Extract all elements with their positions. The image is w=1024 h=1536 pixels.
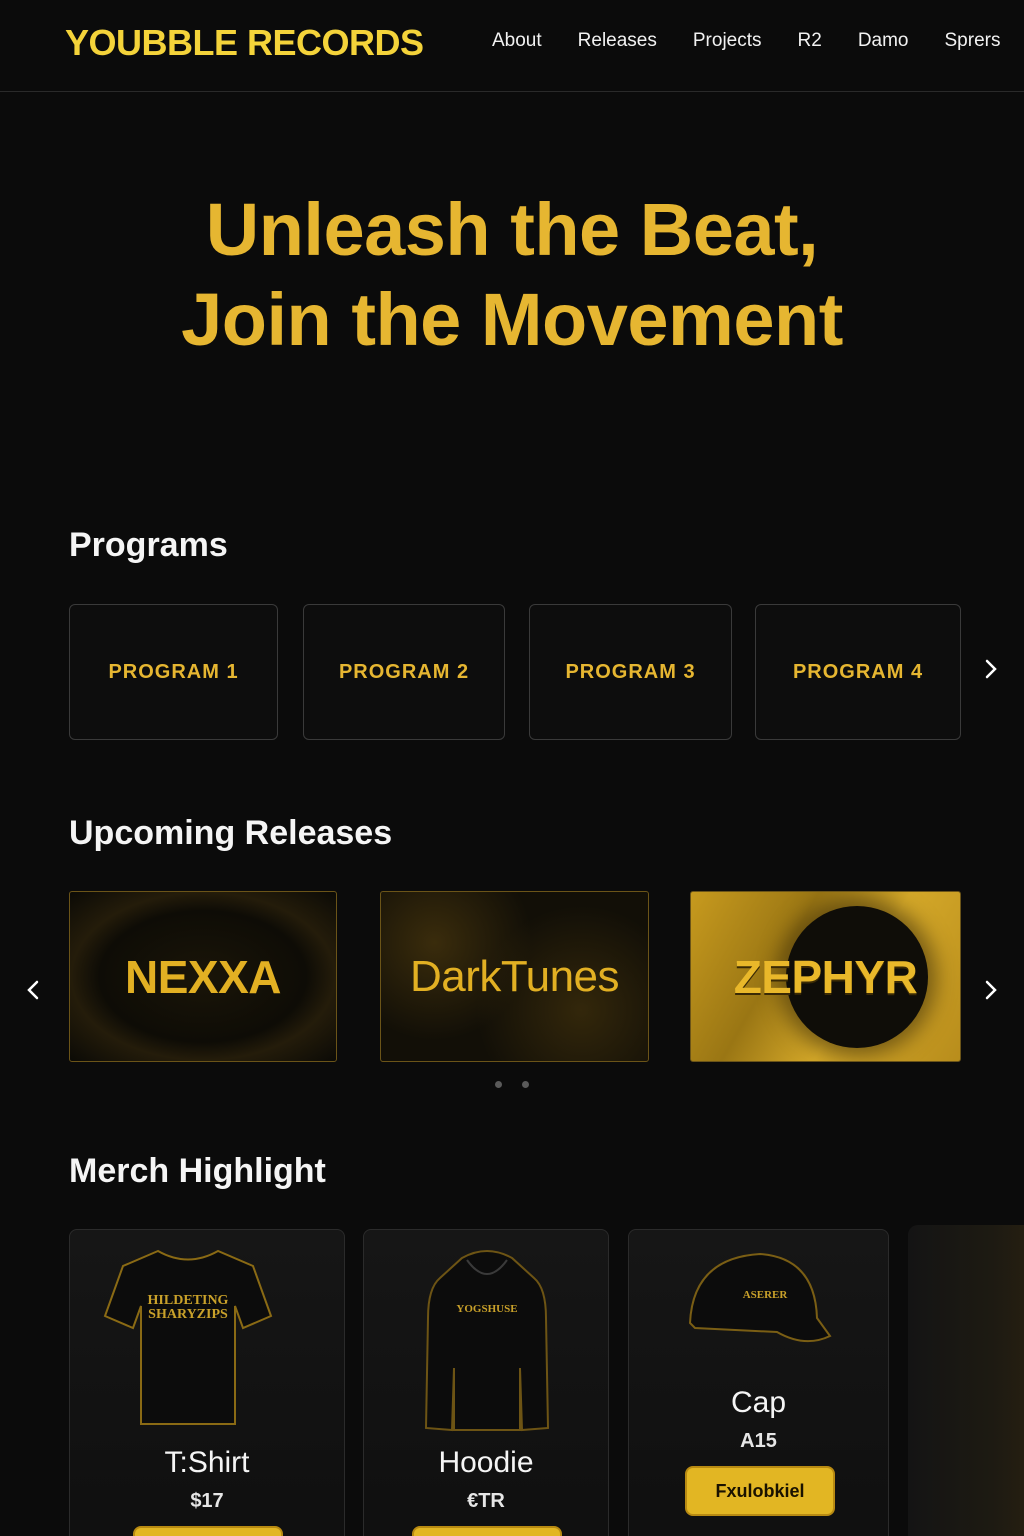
releases-prev-chevron-left-icon[interactable]: [26, 978, 40, 1006]
merch-price: $17: [190, 1490, 224, 1512]
hero-line-2: Join the Movement: [181, 278, 843, 361]
release-card-nexxa[interactable]: NEXXA: [69, 891, 337, 1062]
carousel-dot-1[interactable]: [495, 1081, 502, 1088]
merch-title: Merch Highlight: [69, 1152, 326, 1190]
tshirt-print-line-2: SHARYZIPS: [148, 1307, 228, 1322]
program-label: PROGRAM 2: [338, 660, 470, 683]
merch-card-partial[interactable]: [908, 1225, 1024, 1536]
tshirt-print-line-1: HILDETING: [148, 1293, 229, 1308]
hero-section: Unleash the Beat, Join the Movement: [0, 185, 1024, 365]
hero-headline: Unleash the Beat, Join the Movement: [0, 185, 1024, 365]
program-card-4[interactable]: PROGRAM 4: [755, 604, 961, 740]
merch-card-hoodie[interactable]: YOGSHUSE Hoodie €TR: [363, 1229, 609, 1536]
programs-title: Programs: [69, 526, 228, 564]
release-title: DarkTunes: [409, 951, 620, 1001]
merch-buy-button[interactable]: [133, 1526, 283, 1536]
program-card-2[interactable]: PROGRAM 2: [303, 604, 505, 740]
nav-releases[interactable]: Releases: [578, 30, 657, 52]
merch-name: Cap: [730, 1386, 787, 1419]
program-label: PROGRAM 1: [108, 660, 239, 683]
merch-price: €TR: [467, 1490, 505, 1512]
release-title: ZEPHYR: [733, 950, 918, 1003]
hero-line-1: Unleash the Beat,: [205, 188, 819, 271]
program-card-3[interactable]: PROGRAM 3: [529, 604, 732, 740]
merch-card-cap[interactable]: ASERER Cap A15 Fxulobkiel: [628, 1229, 889, 1536]
main-nav: About Releases Projects R2 Damo Sprers: [492, 30, 1024, 52]
release-card-darktunes[interactable]: DarkTunes: [380, 891, 649, 1062]
merch-buy-button[interactable]: Fxulobkiel: [685, 1466, 835, 1516]
merch-name: Hoodie: [438, 1446, 534, 1479]
program-label: PROGRAM 4: [792, 660, 924, 683]
release-card-zephyr[interactable]: ZEPHYR: [690, 891, 961, 1062]
brand-logo[interactable]: YOUBBLE RECORDS: [65, 22, 424, 64]
releases-title: Upcoming Releases: [69, 814, 393, 852]
nav-sprers[interactable]: Sprers: [945, 30, 1001, 52]
program-card-1[interactable]: PROGRAM 1: [69, 604, 278, 740]
merch-price: A15: [740, 1430, 777, 1452]
tshirt-image: HILDETING SHARYZIPS: [103, 1249, 273, 1425]
hoodie-print: YOGSHUSE: [456, 1303, 517, 1315]
merch-buy-button[interactable]: [412, 1526, 562, 1536]
releases-next-chevron-right-icon[interactable]: [984, 978, 998, 1006]
release-title: NEXXA: [125, 950, 281, 1003]
carousel-dot-2[interactable]: [522, 1081, 529, 1088]
merch-name: T:Shirt: [164, 1446, 250, 1479]
cap-image: ASERER: [688, 1252, 832, 1343]
hoodie-image: YOGSHUSE: [424, 1250, 550, 1432]
program-label: PROGRAM 3: [565, 660, 696, 683]
nav-about[interactable]: About: [492, 30, 542, 52]
site-header: YOUBBLE RECORDS About Releases Projects …: [0, 0, 1024, 92]
programs-next-chevron-right-icon[interactable]: [984, 657, 998, 685]
nav-projects[interactable]: Projects: [693, 30, 762, 52]
cap-print: ASERER: [743, 1289, 789, 1301]
merch-card-tshirt[interactable]: HILDETING SHARYZIPS T:Shirt $17: [69, 1229, 345, 1536]
nav-damo[interactable]: Damo: [858, 30, 909, 52]
nav-r2[interactable]: R2: [798, 30, 822, 52]
